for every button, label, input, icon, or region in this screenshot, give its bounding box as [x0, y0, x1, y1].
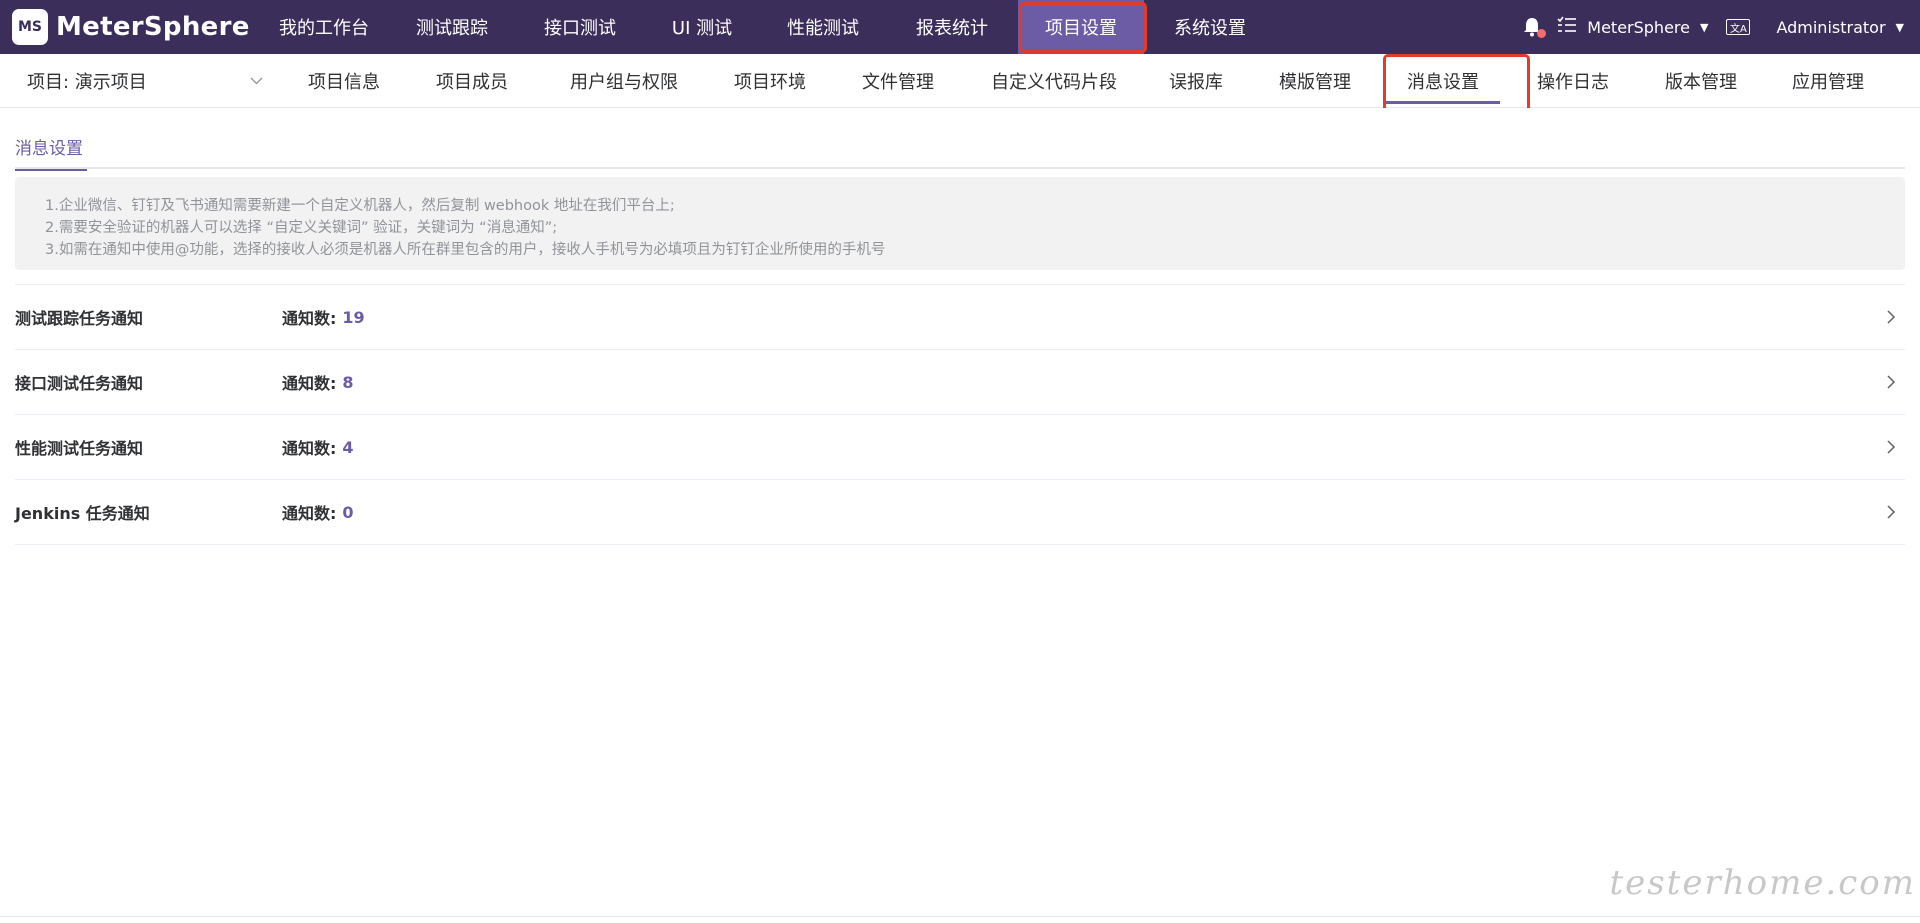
notification-row-performance[interactable]: 性能测试任务通知 通知数: 4 — [15, 415, 1905, 480]
top-bar: MS MeterSphere 我的工作台 测试跟踪 接口测试 UI 测试 性能测… — [0, 0, 1920, 54]
chevron-down-icon — [250, 74, 263, 89]
notice-line-1: 1.企业微信、钉钉及飞书通知需要新建一个自定义机器人，然后复制 webhook … — [45, 198, 675, 214]
watermark: testerhome.com — [1609, 863, 1916, 903]
sub-nav-code-snippets[interactable]: 自定义代码片段 — [968, 54, 1140, 108]
top-nav-workbench[interactable]: 我的工作台 — [260, 0, 388, 54]
task-list-icon[interactable] — [1557, 16, 1577, 38]
top-nav-project-settings[interactable]: 项目设置 — [1018, 0, 1144, 54]
sub-nav-files[interactable]: 文件管理 — [828, 54, 968, 108]
logo-text: MeterSphere — [56, 12, 250, 42]
bottom-divider — [0, 916, 1920, 917]
top-right-tools: MeterSphere ▼ 文A Administrator ▼ — [1521, 0, 1920, 54]
count-label: 通知数: — [282, 374, 337, 393]
notification-dot — [1537, 29, 1547, 38]
notification-row-track[interactable]: 测试跟踪任务通知 通知数: 19 — [15, 285, 1905, 350]
sub-nav-project-info[interactable]: 项目信息 — [280, 54, 408, 108]
tab-message-settings[interactable]: 消息设置 — [15, 124, 87, 171]
chevron-right-icon[interactable] — [1885, 307, 1897, 327]
notification-row-api[interactable]: 接口测试任务通知 通知数: 8 — [15, 350, 1905, 415]
chevron-right-icon[interactable] — [1885, 372, 1897, 392]
language-icon[interactable]: 文A — [1726, 19, 1751, 35]
row-title: 性能测试任务通知 — [15, 439, 144, 458]
caret-down-icon: ▼ — [1895, 20, 1904, 34]
bell-icon[interactable] — [1521, 16, 1547, 38]
sub-nav-operation-log[interactable]: 操作日志 — [1508, 54, 1638, 108]
project-selector-value: 项目: 演示项目 — [27, 71, 147, 93]
sub-nav-members[interactable]: 项目成员 — [408, 54, 536, 108]
sub-nav: 项目信息 项目成员 用户组与权限 项目环境 文件管理 自定义代码片段 误报库 模… — [280, 54, 1892, 107]
logo-icon: MS — [12, 9, 48, 45]
top-nav-api[interactable]: 接口测试 — [516, 0, 644, 54]
count-value: 8 — [342, 372, 354, 392]
logo[interactable]: MS MeterSphere — [0, 9, 260, 45]
top-nav-system-settings[interactable]: 系统设置 — [1144, 0, 1276, 54]
caret-down-icon: ▼ — [1699, 20, 1709, 34]
sub-nav-user-groups[interactable]: 用户组与权限 — [536, 54, 712, 108]
row-title: 接口测试任务通知 — [15, 374, 144, 393]
user-name: Administrator — [1776, 17, 1886, 37]
user-menu[interactable]: Administrator ▼ — [1776, 18, 1904, 37]
sub-nav-message-settings[interactable]: 消息设置 — [1378, 54, 1508, 108]
workspace-name: MeterSphere — [1587, 17, 1690, 37]
chevron-right-icon[interactable] — [1885, 502, 1897, 522]
row-title: Jenkins 任务通知 — [15, 504, 150, 523]
count-value: 19 — [342, 307, 365, 327]
count-value: 4 — [342, 437, 354, 457]
count-value: 0 — [342, 502, 354, 522]
notice-line-3: 3.如需在通知中使用@功能，选择的接收人必须是机器人所在群里包含的用户，接收人手… — [45, 242, 886, 258]
top-nav-report[interactable]: 报表统计 — [886, 0, 1018, 54]
notice-box: 1.企业微信、钉钉及飞书通知需要新建一个自定义机器人，然后复制 webhook … — [15, 177, 1905, 270]
sub-nav-app-management[interactable]: 应用管理 — [1764, 54, 1892, 108]
top-nav: 我的工作台 测试跟踪 接口测试 UI 测试 性能测试 报表统计 项目设置 系统设… — [260, 0, 1276, 54]
sub-nav-environment[interactable]: 项目环境 — [712, 54, 828, 108]
sub-nav-false-alarm[interactable]: 误报库 — [1140, 54, 1252, 108]
count-label: 通知数: — [282, 504, 337, 523]
tabs: 消息设置 — [15, 124, 1905, 171]
workspace-switcher[interactable]: MeterSphere ▼ — [1587, 18, 1708, 37]
notice-line-2: 2.需要安全验证的机器人可以选择 “自定义关键词” 验证，关键词为 “消息通知”… — [45, 220, 558, 236]
sub-bar: 项目: 演示项目 项目信息 项目成员 用户组与权限 项目环境 文件管理 自定义代… — [0, 54, 1920, 108]
row-title: 测试跟踪任务通知 — [15, 309, 144, 328]
chevron-right-icon[interactable] — [1885, 437, 1897, 457]
sub-nav-templates[interactable]: 模版管理 — [1252, 54, 1378, 108]
count-label: 通知数: — [282, 439, 337, 458]
message-settings-card: 消息设置 1.企业微信、钉钉及飞书通知需要新建一个自定义机器人，然后复制 web… — [15, 124, 1905, 545]
notification-row-jenkins[interactable]: Jenkins 任务通知 通知数: 0 — [15, 480, 1905, 545]
project-selector[interactable]: 项目: 演示项目 — [0, 54, 280, 107]
top-nav-performance[interactable]: 性能测试 — [760, 0, 886, 54]
main-content: 消息设置 1.企业微信、钉钉及飞书通知需要新建一个自定义机器人，然后复制 web… — [0, 108, 1920, 923]
top-nav-ui[interactable]: UI 测试 — [644, 0, 760, 54]
top-nav-track[interactable]: 测试跟踪 — [388, 0, 516, 54]
sub-nav-versions[interactable]: 版本管理 — [1638, 54, 1764, 108]
count-label: 通知数: — [282, 309, 337, 328]
